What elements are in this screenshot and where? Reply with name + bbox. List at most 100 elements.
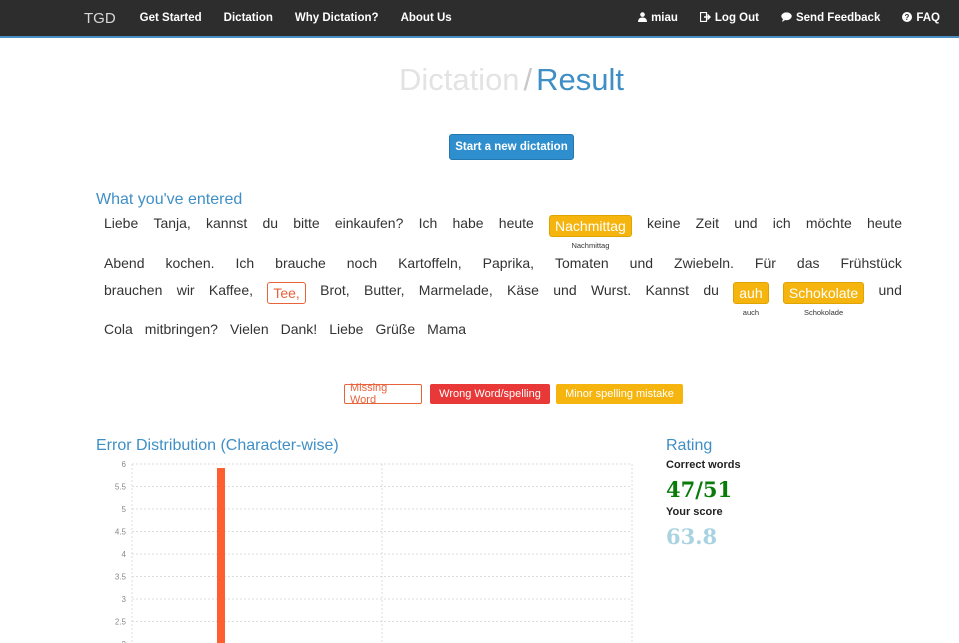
word: Liebe [329, 321, 364, 337]
correction-text: auch [742, 308, 760, 317]
missing-word: Tee, [267, 282, 306, 304]
nav-logout[interactable]: Log Out [699, 11, 759, 25]
word: noch [346, 255, 378, 271]
correct-words-value: 47/51 [666, 477, 733, 502]
word: Cola [104, 321, 133, 337]
page-title: Dictation / Result [0, 62, 959, 98]
word: Vielen [229, 321, 269, 337]
legend-minor-mistake: Minor spelling mistake [556, 384, 683, 404]
y-tick-label: 3 [122, 595, 127, 604]
word: Zeit [695, 215, 720, 231]
title-dictation: Dictation [398, 62, 520, 97]
word-badge: Tee, [267, 282, 306, 304]
word: möchte [805, 215, 852, 231]
brand-logo[interactable]: TGD [84, 10, 116, 27]
word: kochen. [165, 255, 215, 271]
word: Zwiebeln. [674, 255, 734, 271]
word: Marmelade, [418, 282, 493, 298]
word: Ich [418, 215, 438, 231]
word: Kaffee, [208, 282, 254, 298]
word: Liebe [104, 215, 139, 231]
nav-left: TGD Get Started Dictation Why Dictation?… [84, 0, 474, 36]
nav-faq-label: FAQ [916, 12, 940, 24]
word: heute [866, 215, 902, 231]
nav-user[interactable]: miau [638, 11, 678, 25]
nav-about-us[interactable]: About Us [401, 12, 452, 24]
word: und [734, 215, 758, 231]
word: kannst [206, 215, 248, 231]
word: Mama [427, 321, 467, 337]
word: Für [754, 255, 776, 271]
title-separator: / [523, 62, 533, 97]
score-value: 63.8 [666, 524, 718, 549]
entered-heading: What you've entered [96, 191, 243, 208]
word-badge: Nachmittag Nachmittag [549, 215, 632, 250]
word: Tanja, [153, 215, 191, 231]
score-label: Your score [666, 506, 723, 518]
word: und [629, 255, 654, 271]
word: du [703, 282, 719, 298]
word: bitte [293, 215, 320, 231]
legend-missing-word: Missing Word [344, 382, 422, 406]
correction-text: Nachmittag [571, 241, 610, 250]
word: Butter, [364, 282, 405, 298]
y-tick-label: 5.5 [115, 483, 127, 492]
chat-bubble-icon [781, 11, 792, 25]
word: mitbringen? [144, 321, 218, 337]
word: wir [176, 282, 195, 298]
word: Paprika, [482, 255, 534, 271]
nav-user-label: miau [651, 12, 678, 24]
word-badge: Schokolate Schokolade [782, 282, 865, 317]
text-line-4: Cola mitbringen? Vielen Dank! Liebe Grüße Mama [104, 321, 902, 337]
error-distribution-chart: 65.554.543.532.52 [96, 456, 636, 643]
rating-heading: Rating [666, 437, 713, 454]
svg-text:?: ? [905, 13, 910, 22]
minor-mistake-word: Schokolate Schokolade [782, 282, 865, 317]
y-tick-label: 3.5 [115, 573, 127, 582]
word: heute [498, 215, 534, 231]
minor-mistake-word: Nachmittag Nachmittag [549, 215, 632, 250]
word: das [796, 255, 820, 271]
word: brauchen [104, 282, 163, 298]
logout-icon [699, 11, 711, 25]
word: Tomaten [554, 255, 609, 271]
y-tick-label: 4.5 [115, 528, 127, 537]
error-bar [217, 468, 225, 643]
word: ich [772, 215, 791, 231]
nav-dictation[interactable]: Dictation [224, 12, 273, 24]
correct-words-label: Correct words [666, 459, 741, 471]
text-line-1: Liebe Tanja, kannst du bitte einkaufen? Ich hab… [104, 215, 902, 250]
word: Abend [104, 255, 145, 271]
navbar: TGD Get Started Dictation Why Dictation?… [0, 0, 959, 38]
word: Kannst [645, 282, 690, 298]
legend-wrong-word: Wrong Word/spelling [430, 384, 550, 404]
text-line-3: brauchen wir Kaffee, Tee, Brot, Butter, Marmel… [104, 282, 902, 317]
minor-mistake-word: auh auch [733, 282, 769, 317]
start-new-dictation-button[interactable]: Start a new dictation [449, 134, 574, 160]
word: habe [452, 215, 484, 231]
word: und [878, 282, 902, 298]
text-line-2: Abend kochen. Ich brauche noch Kartoffeln, Pap… [104, 255, 902, 271]
correction-text: Schokolade [803, 308, 844, 317]
nav-right: miau Log Out Send Feedback ? FAQ [616, 0, 940, 36]
y-tick-label: 6 [122, 460, 127, 469]
word: keine [647, 215, 681, 231]
nav-feedback-label: Send Feedback [795, 12, 881, 24]
chart-title: Error Distribution (Character-wise) [96, 437, 339, 454]
nav-feedback[interactable]: Send Feedback [781, 11, 881, 25]
word: Frühstück [840, 255, 902, 271]
y-tick-label: 5 [122, 505, 127, 514]
nav-why-dictation[interactable]: Why Dictation? [295, 12, 379, 24]
nav-get-started[interactable]: Get Started [140, 12, 202, 24]
nav-faq[interactable]: ? FAQ [902, 11, 940, 25]
y-tick-label: 2.5 [115, 618, 127, 627]
y-tick-label: 4 [122, 550, 127, 559]
word: Käse [507, 282, 539, 298]
word: Grüße [375, 321, 416, 337]
question-circle-icon: ? [902, 11, 913, 25]
title-result: Result [536, 62, 625, 97]
chart-svg: 65.554.543.532.52 [115, 460, 633, 643]
word: du [262, 215, 279, 231]
word: und [553, 282, 577, 298]
word: Wurst. [590, 282, 632, 298]
